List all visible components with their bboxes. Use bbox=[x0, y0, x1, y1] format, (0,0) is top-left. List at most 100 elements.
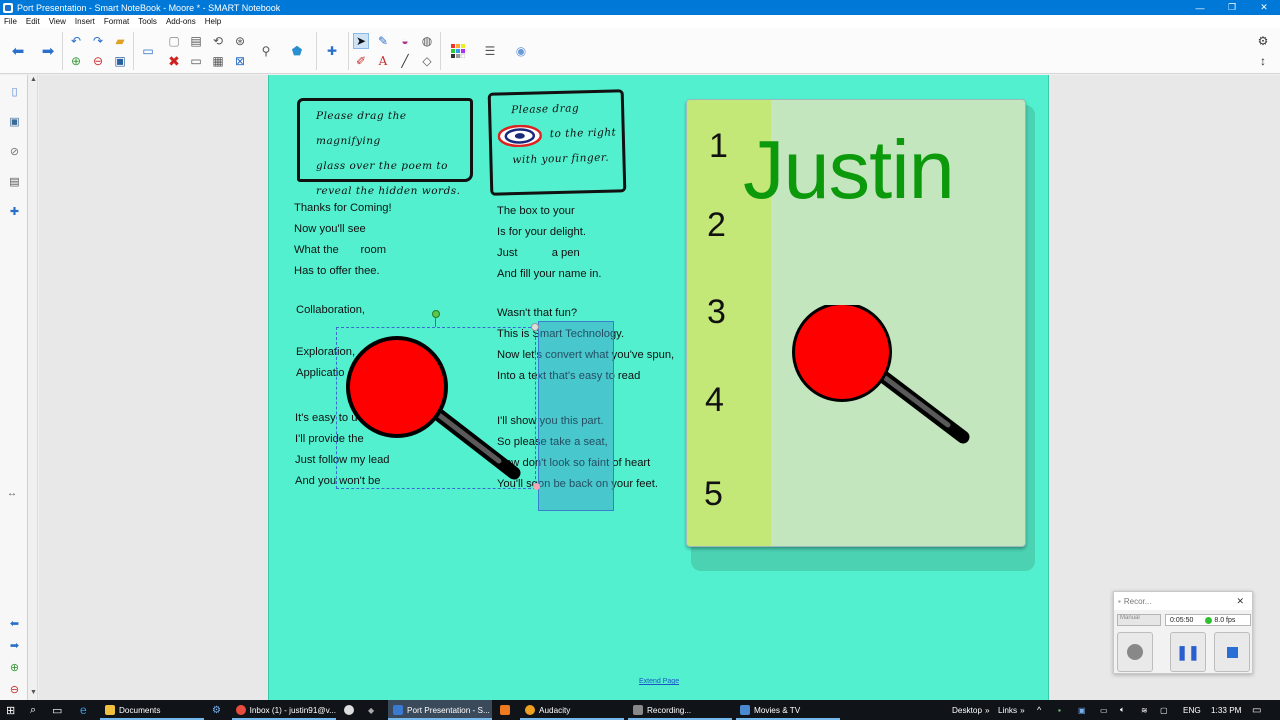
side-add-page-icon[interactable]: ⊕ bbox=[6, 659, 23, 676]
stop-button[interactable] bbox=[1214, 632, 1250, 672]
taskbar-item-port-presentation[interactable]: Port Presentation - S... bbox=[388, 700, 492, 720]
eraser-icon[interactable]: ◒ bbox=[397, 33, 413, 49]
open-file-icon[interactable]: ▰ bbox=[112, 33, 128, 49]
show-hidden-icons-icon[interactable]: ^ bbox=[1037, 700, 1041, 720]
page-sorter-icon[interactable]: ▯ bbox=[6, 83, 23, 100]
task-view-icon[interactable]: ▭ bbox=[52, 700, 62, 720]
chrome-pinned-icon[interactable] bbox=[344, 700, 358, 720]
document-camera-icon[interactable]: ⚲ bbox=[258, 43, 274, 59]
menu-help[interactable]: Help bbox=[205, 17, 221, 26]
hidden-words-shade[interactable] bbox=[538, 321, 614, 511]
save-icon[interactable]: ▣ bbox=[112, 53, 128, 69]
menu-view[interactable]: View bbox=[49, 17, 66, 26]
shape-tool-icon[interactable]: ◇ bbox=[419, 53, 435, 69]
minimize-button[interactable]: — bbox=[1184, 3, 1216, 13]
clock[interactable]: 1:33 PM bbox=[1211, 700, 1242, 720]
name-card[interactable]: 1 2 3 4 5 Justin bbox=[686, 99, 1026, 547]
network-app-icon[interactable]: ⚙ bbox=[212, 700, 221, 720]
line-tool-icon[interactable]: ╱ bbox=[397, 53, 413, 69]
menu-handle[interactable] bbox=[531, 323, 539, 331]
paste-icon[interactable]: ▢ bbox=[166, 33, 182, 49]
scroll-up-icon[interactable]: ▲ bbox=[30, 76, 37, 83]
text-tool-icon[interactable]: A bbox=[375, 53, 391, 69]
pen-icon[interactable]: ✐ bbox=[353, 53, 369, 69]
scroll-down-icon[interactable]: ▼ bbox=[30, 689, 37, 696]
volume-icon[interactable]: 🔈︎ bbox=[1120, 700, 1125, 720]
next-page-icon[interactable]: ➡ bbox=[40, 43, 56, 59]
recorder-mode-select[interactable]: Manual bbox=[1117, 614, 1161, 626]
record-button[interactable] bbox=[1117, 632, 1153, 672]
tray-recorder-icon[interactable]: ▣ bbox=[1078, 700, 1086, 720]
insert-image-icon[interactable]: ▤ bbox=[188, 33, 204, 49]
magnifying-glass-selected[interactable] bbox=[339, 335, 529, 485]
move-toolbar-icon[interactable]: ↕ bbox=[1255, 53, 1271, 69]
side-previous-page-icon[interactable]: ⬅ bbox=[6, 615, 23, 632]
instruction-line: glass over the poem to bbox=[316, 160, 448, 172]
taskbar-item-inbox[interactable]: Inbox (1) - justin91@v... bbox=[232, 700, 336, 720]
table-icon[interactable]: ▦ bbox=[210, 53, 226, 69]
magic-pen-icon[interactable]: ✎ bbox=[375, 33, 391, 49]
add-ons-tab-icon[interactable]: ✚ bbox=[6, 203, 23, 220]
vertical-scrollbar[interactable]: ▲ ▼ bbox=[29, 75, 38, 700]
edge-browser-icon[interactable]: e bbox=[80, 700, 87, 720]
menu-format[interactable]: Format bbox=[104, 17, 129, 26]
resize-arrows-icon[interactable]: ↔ bbox=[7, 488, 17, 499]
properties-icon[interactable]: ◉ bbox=[513, 43, 529, 59]
tray-app-icon[interactable]: ▪ bbox=[1058, 700, 1061, 720]
battery-icon[interactable]: ▭ bbox=[1100, 700, 1108, 720]
attachments-icon[interactable]: ⊘ bbox=[6, 143, 23, 160]
maximize-button[interactable]: ❐ bbox=[1216, 2, 1248, 13]
delete-page-icon[interactable]: ⊖ bbox=[90, 53, 106, 69]
add-page-icon[interactable]: ⊕ bbox=[68, 53, 84, 69]
fill-icon[interactable]: ◍ bbox=[419, 33, 435, 49]
side-delete-page-icon[interactable]: ⊖ bbox=[6, 681, 23, 698]
language-indicator[interactable]: ENG bbox=[1183, 700, 1201, 720]
redo-icon[interactable]: ↷ bbox=[90, 33, 106, 49]
action-center-icon[interactable]: ▭ bbox=[1252, 700, 1261, 720]
orange-app-icon[interactable] bbox=[500, 700, 514, 720]
zoom-icon[interactable]: ⊛ bbox=[232, 33, 248, 49]
recorder-window[interactable]: ▪ Recor... ✕ Manual 0:05:50 8.0 fps ❚❚ bbox=[1113, 591, 1253, 674]
resize-handle[interactable] bbox=[533, 483, 540, 490]
links-toolbar[interactable]: Links» bbox=[998, 700, 1025, 720]
taskbar-item-audacity[interactable]: Audacity bbox=[520, 700, 624, 720]
color-palette-icon[interactable] bbox=[450, 43, 466, 59]
notes-icon[interactable]: ▢ bbox=[1160, 700, 1168, 720]
notebook-page[interactable]: Please drag the magnifying glass over th… bbox=[268, 75, 1049, 700]
gallery-icon[interactable]: ▣ bbox=[6, 113, 23, 130]
properties-tab-icon[interactable]: ▤ bbox=[6, 173, 23, 190]
game-app-icon[interactable]: ◆ bbox=[368, 700, 374, 720]
smart-response-icon[interactable]: ⬟ bbox=[289, 43, 305, 59]
line-style-icon[interactable]: ☰ bbox=[482, 43, 498, 59]
extend-page-link[interactable]: Extend Page bbox=[639, 678, 679, 685]
wifi-icon[interactable]: ≋ bbox=[1141, 700, 1148, 720]
desktop-toolbar[interactable]: Desktop» bbox=[952, 700, 990, 720]
screen-shade-icon[interactable]: ▭ bbox=[188, 53, 204, 69]
start-windows-icon[interactable]: ⊞ bbox=[6, 700, 15, 720]
display-screen-icon[interactable]: ▭ bbox=[140, 43, 156, 59]
menu-tools[interactable]: Tools bbox=[138, 17, 157, 26]
delete-icon[interactable]: ✖ bbox=[166, 53, 182, 69]
menu-edit[interactable]: Edit bbox=[26, 17, 40, 26]
measurement-icon[interactable]: ⊠ bbox=[232, 53, 248, 69]
taskbar-item-movies-tv[interactable]: Movies & TV bbox=[736, 700, 840, 720]
search-icon[interactable]: ⌕ bbox=[30, 700, 36, 720]
rotation-handle[interactable] bbox=[432, 310, 440, 318]
undo-icon[interactable]: ↶ bbox=[68, 33, 84, 49]
target-icon[interactable] bbox=[497, 124, 543, 148]
add-ons-icon[interactable]: ✚ bbox=[324, 43, 340, 59]
taskbar-item-recording[interactable]: Recording... bbox=[628, 700, 732, 720]
previous-page-icon[interactable]: ⬅ bbox=[10, 43, 26, 59]
select-tool-icon[interactable]: ➤ bbox=[353, 33, 369, 49]
taskbar-item-documents[interactable]: Documents bbox=[100, 700, 204, 720]
side-next-page-icon[interactable]: ➡ bbox=[6, 637, 23, 654]
settings-gear-icon[interactable]: ⚙ bbox=[1255, 33, 1271, 49]
menu-file[interactable]: File bbox=[4, 17, 17, 26]
magnifying-glass-icon[interactable] bbox=[790, 305, 970, 445]
rotate-icon[interactable]: ⟲ bbox=[210, 33, 226, 49]
menu-insert[interactable]: Insert bbox=[75, 17, 95, 26]
menu-addons[interactable]: Add-ons bbox=[166, 17, 196, 26]
close-button[interactable]: ✕ bbox=[1248, 2, 1280, 13]
recorder-close-icon[interactable]: ✕ bbox=[1236, 596, 1244, 607]
pause-button[interactable]: ❚❚ bbox=[1170, 632, 1206, 672]
